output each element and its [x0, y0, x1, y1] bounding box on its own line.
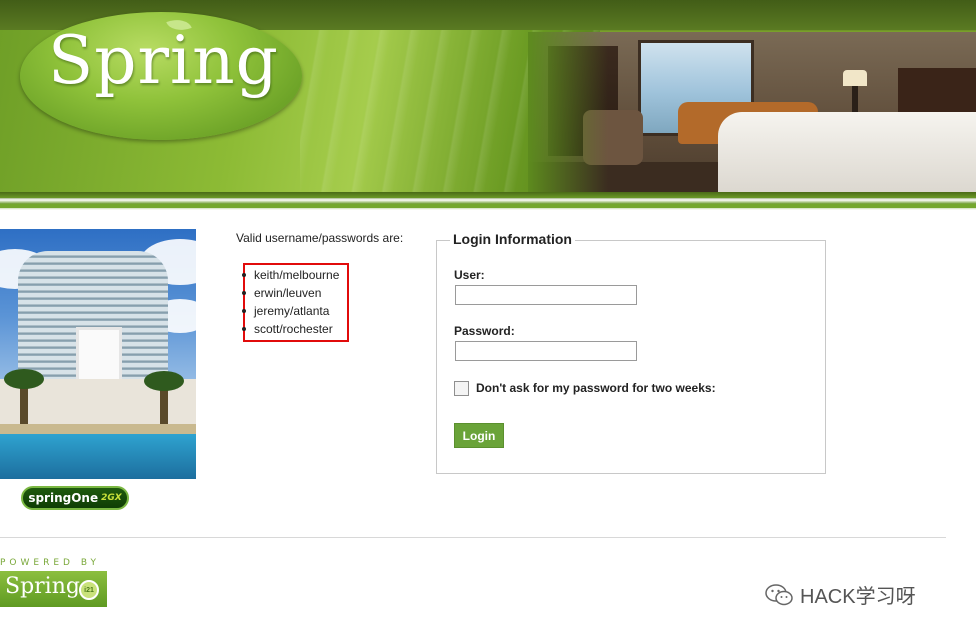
- login-button[interactable]: Login: [454, 423, 504, 448]
- username-input[interactable]: [455, 285, 637, 305]
- springone-2gx-logo: springOne 2GX: [21, 486, 129, 510]
- powered-by-logo-text: Spring: [5, 574, 80, 599]
- header-bottom-band: [0, 192, 976, 198]
- remember-me-checkbox[interactable]: [454, 381, 469, 396]
- wechat-icon: [765, 583, 793, 605]
- watermark-text: HACK学习呀: [800, 586, 916, 608]
- password-label: Password:: [454, 324, 515, 338]
- palm-leaves: [4, 369, 44, 389]
- header-bottom-line: [0, 204, 976, 208]
- credential-item: scott/rochester: [241, 320, 339, 338]
- user-label: User:: [454, 268, 485, 282]
- palm-leaves: [144, 371, 184, 391]
- credential-item: keith/melbourne: [241, 268, 340, 282]
- header-banner: Spring: [0, 0, 976, 210]
- credentials-list: keith/melbourne erwin/leuven jeremy/atla…: [241, 266, 340, 338]
- footer-divider: [0, 537, 946, 538]
- password-input[interactable]: [455, 341, 637, 361]
- hotel-tower-photo: [0, 229, 196, 479]
- springone-badge-suffix: 2GX: [101, 493, 122, 503]
- room-bed: [718, 112, 976, 192]
- hotel-room-photo: [528, 32, 976, 192]
- i21-icon-text: i21: [84, 586, 94, 594]
- credential-item: jeremy/atlanta: [241, 302, 339, 320]
- credential-item: erwin/leuven: [241, 284, 339, 302]
- tower-lobby: [76, 327, 122, 383]
- watermark: HACK学习呀: [764, 580, 916, 609]
- room-lamp-base: [852, 86, 858, 112]
- remember-me-label: Don't ask for my password for two weeks:: [476, 381, 716, 395]
- login-legend: Login Information: [450, 231, 575, 247]
- i21-icon: i21: [79, 580, 99, 600]
- room-lamp-shade: [843, 70, 867, 86]
- room-photo-fade: [528, 32, 608, 192]
- valid-credentials-intro: Valid username/passwords are:: [236, 231, 404, 245]
- powered-by-text: POWERED BY: [0, 558, 101, 568]
- spring-logo-text: Spring: [48, 22, 279, 99]
- swimming-pool: [0, 434, 196, 479]
- springone-badge-text: springOne: [28, 491, 99, 505]
